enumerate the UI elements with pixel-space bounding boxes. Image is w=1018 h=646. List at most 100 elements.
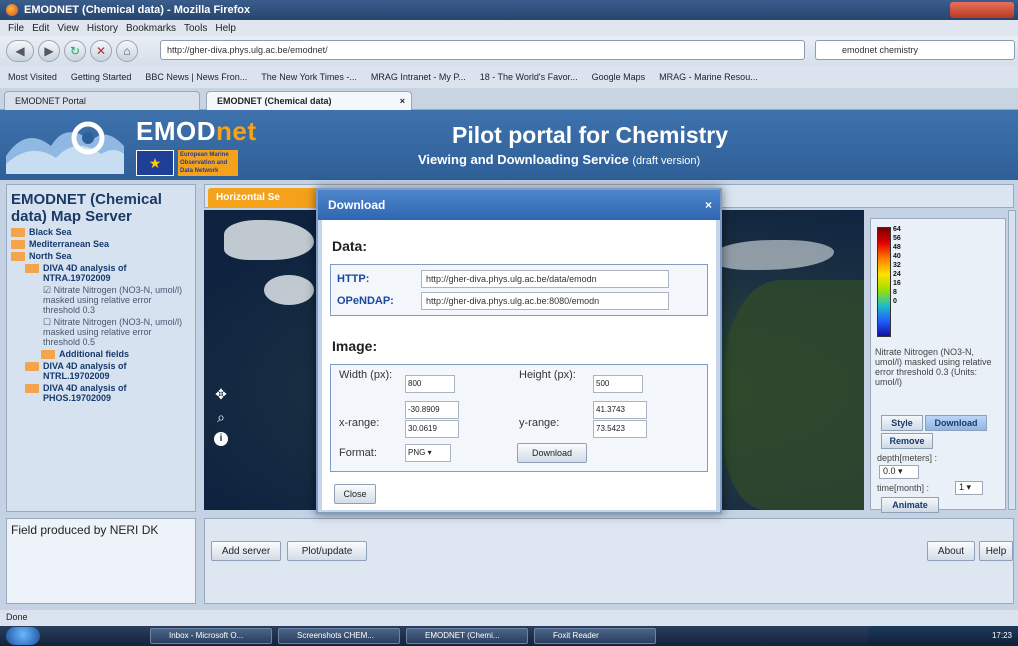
- folder-icon: [11, 228, 25, 237]
- taskbar-item[interactable]: EMODNET (Chemi...: [406, 628, 528, 644]
- folder-icon: [25, 362, 39, 371]
- about-button[interactable]: About: [927, 541, 975, 561]
- tree-diva-ntra[interactable]: DIVA 4D analysis of NTRA.19702009: [25, 263, 191, 283]
- close-icon[interactable]: ×: [705, 198, 712, 212]
- layer-tree-panel: EMODNET (Chemical data) Map Server Black…: [6, 184, 196, 512]
- folder-icon: [25, 384, 39, 393]
- menu-bookmarks[interactable]: Bookmarks: [126, 23, 176, 34]
- tree-med-sea[interactable]: Mediterranean Sea: [11, 239, 191, 249]
- info-panel: Field produced by NERI DK: [6, 518, 196, 604]
- bookmark-item[interactable]: MRAG Intranet - My P...: [371, 72, 466, 82]
- menu-edit[interactable]: Edit: [32, 23, 49, 34]
- colorbar-labels: 64 56 48 40 32 24 16 8 0: [893, 226, 901, 305]
- image-download-button[interactable]: Download: [517, 443, 587, 463]
- legend-description: Nitrate Nitrogen (NO3-N, umol/l) masked …: [875, 347, 992, 387]
- taskbar-item[interactable]: Foxit Reader: [534, 628, 656, 644]
- stop-button[interactable]: ✕: [90, 40, 112, 62]
- eu-flag-icon: ★: [136, 150, 174, 176]
- help-button[interactable]: Help: [979, 541, 1013, 561]
- bookmark-item[interactable]: Google Maps: [592, 72, 646, 82]
- layer-checkbox-item[interactable]: ☐ Nitrate Nitrogen (NO3-N, umol/l) maske…: [43, 317, 191, 347]
- map-tools: ✥ ⌕ i: [214, 386, 228, 446]
- system-tray: 17:23: [868, 626, 1018, 646]
- back-button[interactable]: ◀: [6, 40, 34, 62]
- pan-icon[interactable]: ✥: [215, 386, 227, 403]
- close-tab-icon[interactable]: ×: [400, 96, 405, 106]
- start-button[interactable]: [6, 627, 40, 645]
- url-bar[interactable]: http://gher-diva.phys.ulg.ac.be/emodnet/: [160, 40, 805, 60]
- status-text: Done: [6, 612, 28, 622]
- xmax-input[interactable]: 30.0619: [405, 420, 459, 438]
- menu-file[interactable]: File: [8, 23, 24, 34]
- download-button[interactable]: Download: [925, 415, 987, 431]
- bookmark-item[interactable]: MRAG - Marine Resou...: [659, 72, 758, 82]
- url-text: http://gher-diva.phys.ulg.ac.be/emodnet/: [167, 45, 328, 55]
- portal-header: EMODnet ★ European Marine Observation an…: [0, 110, 1018, 180]
- width-input[interactable]: 800: [405, 375, 455, 393]
- reload-button[interactable]: ↻: [64, 40, 86, 62]
- search-bar[interactable]: emodnet chemistry: [815, 40, 1015, 60]
- ymin-input[interactable]: 41.3743: [593, 401, 647, 419]
- plot-update-button[interactable]: Plot/update: [287, 541, 367, 561]
- close-button[interactable]: Close: [334, 484, 376, 504]
- window-titlebar: EMODNET (Chemical data) - Mozilla Firefo…: [0, 0, 1018, 20]
- bookmark-item[interactable]: The New York Times -...: [261, 72, 357, 82]
- time-label: time[month] :: [877, 483, 930, 493]
- format-select[interactable]: PNG ▾: [405, 444, 451, 462]
- tree-black-sea[interactable]: Black Sea: [11, 227, 191, 237]
- tab-emodnet-portal[interactable]: EMODNET Portal: [4, 91, 200, 110]
- search-text: emodnet chemistry: [842, 45, 919, 55]
- menu-help[interactable]: Help: [215, 23, 236, 34]
- format-label: Format:: [339, 447, 377, 459]
- bookmark-item[interactable]: Most Visited: [8, 72, 57, 82]
- layer-tree: Black Sea Mediterranean Sea North Sea DI…: [11, 227, 191, 403]
- forward-button[interactable]: ▶: [38, 40, 60, 62]
- menu-history[interactable]: History: [87, 23, 118, 34]
- info-icon[interactable]: i: [214, 432, 228, 446]
- yrange-label: y-range:: [519, 417, 560, 429]
- colorbar: [877, 227, 891, 337]
- http-url-field[interactable]: http://gher-diva.phys.ulg.ac.be/data/emo…: [421, 270, 669, 288]
- home-button[interactable]: ⌂: [116, 40, 138, 62]
- taskbar-item[interactable]: Screenshots CHEM...: [278, 628, 400, 644]
- menu-tools[interactable]: Tools: [184, 23, 207, 34]
- bookmark-item[interactable]: Getting Started: [71, 72, 132, 82]
- folder-icon: [11, 252, 25, 261]
- tab-emodnet-chemical[interactable]: EMODNET (Chemical data) ×: [206, 91, 412, 110]
- style-button[interactable]: Style: [881, 415, 923, 431]
- dialog-body: Data: HTTP: http://gher-diva.phys.ulg.ac…: [322, 220, 716, 510]
- height-input[interactable]: 500: [593, 375, 643, 393]
- firefox-icon: [6, 4, 18, 16]
- tree-diva-ntrl[interactable]: DIVA 4D analysis of NTRL.19702009: [25, 361, 191, 381]
- layer-checkbox-item[interactable]: ☑ Nitrate Nitrogen (NO3-N, umol/l) maske…: [43, 285, 191, 315]
- menu-view[interactable]: View: [57, 23, 79, 34]
- depth-select[interactable]: 0.0 ▾: [879, 465, 919, 479]
- bottom-toolbar: Add server Plot/update About Help: [204, 518, 1014, 604]
- taskbar-item[interactable]: Inbox - Microsoft O...: [150, 628, 272, 644]
- tree-diva-phos[interactable]: DIVA 4D analysis of PHOS.19702009: [25, 383, 191, 403]
- tree-additional-fields[interactable]: Additional fields: [41, 349, 191, 359]
- tree-north-sea[interactable]: North Sea: [11, 251, 191, 261]
- info-text: Field produced by NERI DK: [11, 523, 159, 537]
- add-server-button[interactable]: Add server: [211, 541, 281, 561]
- scrollbar[interactable]: [1008, 210, 1016, 510]
- animate-button[interactable]: Animate: [881, 497, 939, 513]
- page-subtitle: Viewing and Downloading Service (draft v…: [418, 152, 701, 167]
- zoom-icon[interactable]: ⌕: [217, 409, 225, 426]
- width-label: Width (px):: [339, 369, 393, 381]
- bookmark-item[interactable]: 18 - The World's Favor...: [480, 72, 578, 82]
- remove-button[interactable]: Remove: [881, 433, 933, 449]
- bookmark-item[interactable]: BBC News | News Fron...: [145, 72, 247, 82]
- folder-icon: [11, 240, 25, 249]
- opendap-url-field[interactable]: http://gher-diva.phys.ulg.ac.be:8080/emo…: [421, 292, 669, 310]
- folder-icon: [25, 264, 39, 273]
- tab-horizontal-section[interactable]: Horizontal Se: [208, 188, 320, 208]
- xmin-input[interactable]: -30.8909: [405, 401, 459, 419]
- bookmarks-toolbar: Most Visited Getting Started BBC News | …: [0, 66, 1018, 88]
- status-bar: Done: [0, 610, 1018, 626]
- ymax-input[interactable]: 73.5423: [593, 420, 647, 438]
- window-controls[interactable]: [950, 2, 1014, 18]
- window-title: EMODNET (Chemical data) - Mozilla Firefo…: [24, 4, 251, 16]
- time-select[interactable]: 1 ▾: [955, 481, 983, 495]
- data-heading: Data:: [332, 238, 368, 254]
